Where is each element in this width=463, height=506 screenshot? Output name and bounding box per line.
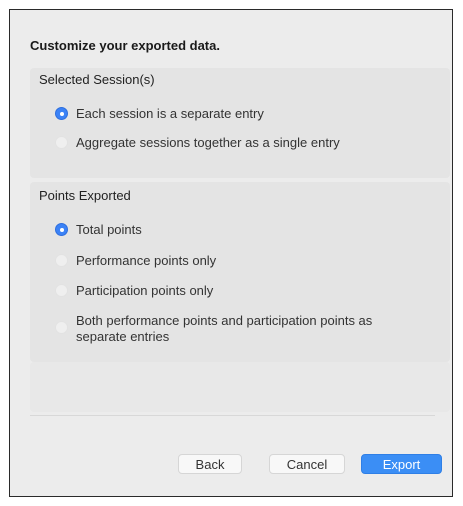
session-option-separate-label: Each session is a separate entry <box>76 106 264 121</box>
radio-unselected-icon[interactable] <box>55 321 68 334</box>
radio-unselected-icon[interactable] <box>55 136 68 149</box>
radio-selected-icon[interactable] <box>55 223 68 236</box>
session-option-separate[interactable]: Each session is a separate entry <box>55 106 264 122</box>
points-option-both[interactable]: Both performance points and participatio… <box>55 313 415 345</box>
radio-unselected-icon[interactable] <box>55 254 68 267</box>
points-option-total[interactable]: Total points <box>55 222 142 238</box>
radio-unselected-icon[interactable] <box>55 284 68 297</box>
points-option-participation[interactable]: Participation points only <box>55 283 213 299</box>
footer-divider <box>30 415 435 416</box>
sessions-panel: Selected Session(s) Each session is a se… <box>30 68 450 178</box>
dialog-heading: Customize your exported data. <box>30 38 220 53</box>
points-section-title: Points Exported <box>39 188 131 203</box>
sessions-section-title: Selected Session(s) <box>39 72 155 87</box>
points-panel: Points Exported Total points Performance… <box>30 182 450 362</box>
empty-panel <box>30 362 450 412</box>
back-button[interactable]: Back <box>178 454 242 474</box>
points-option-performance[interactable]: Performance points only <box>55 253 216 269</box>
points-option-participation-label: Participation points only <box>76 283 214 298</box>
points-option-total-label: Total points <box>76 222 142 237</box>
session-option-aggregate[interactable]: Aggregate sessions together as a single … <box>55 135 340 151</box>
points-option-both-label: Both performance points and participatio… <box>76 313 373 344</box>
cancel-button[interactable]: Cancel <box>269 454 345 474</box>
points-option-performance-label: Performance points only <box>76 253 217 268</box>
export-button[interactable]: Export <box>361 454 442 474</box>
export-dialog: Customize your exported data. Selected S… <box>9 9 453 497</box>
radio-selected-icon[interactable] <box>55 107 68 120</box>
session-option-aggregate-label: Aggregate sessions together as a single … <box>76 135 340 150</box>
